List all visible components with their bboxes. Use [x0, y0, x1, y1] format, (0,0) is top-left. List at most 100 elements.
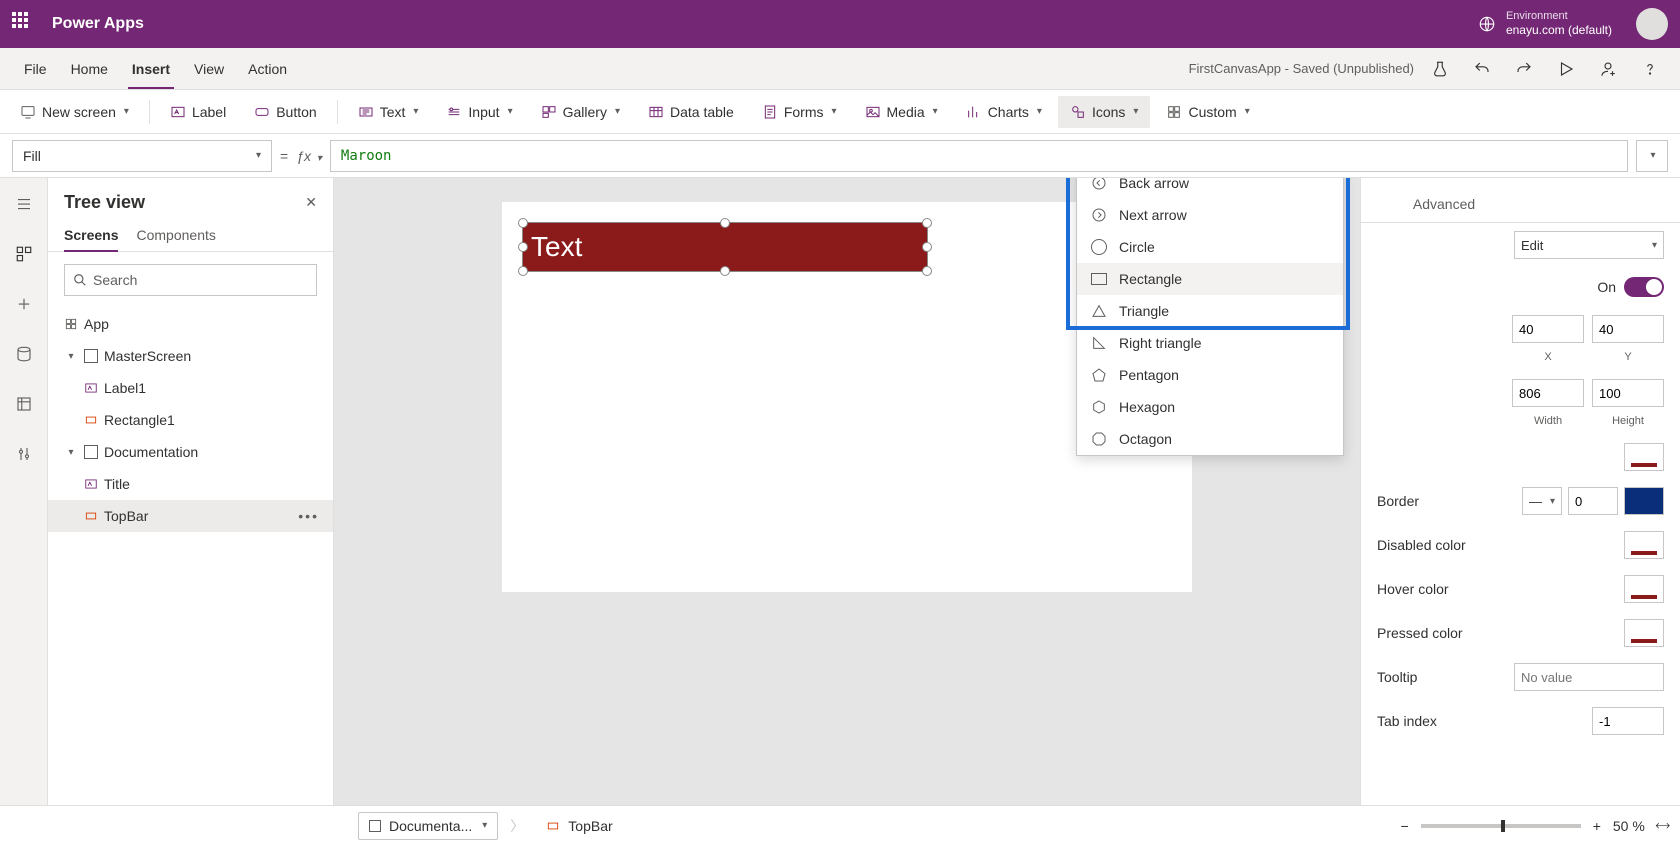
- data-rail-icon[interactable]: [8, 338, 40, 370]
- breadcrumb-screen[interactable]: Documenta...▾: [358, 812, 498, 840]
- text-button[interactable]: Text▾: [346, 96, 431, 128]
- pos-x-input[interactable]: [1512, 315, 1584, 343]
- dd-back-arrow[interactable]: Back arrow: [1077, 178, 1343, 199]
- tree-rectangle1[interactable]: Rectangle1: [48, 404, 333, 436]
- dd-hexagon[interactable]: Hexagon: [1077, 391, 1343, 423]
- visible-on-text: On: [1597, 279, 1616, 295]
- fit-to-window-icon[interactable]: ⤢: [1652, 816, 1672, 836]
- app-checker-icon[interactable]: [1422, 51, 1458, 87]
- gallery-icon: [541, 104, 557, 120]
- pos-y-input[interactable]: [1592, 315, 1664, 343]
- back-arrow-icon: [1091, 178, 1107, 191]
- resize-handle[interactable]: [518, 218, 528, 228]
- tree-app[interactable]: App: [48, 308, 333, 340]
- forms-button[interactable]: Forms▾: [750, 96, 849, 128]
- border-style-select[interactable]: —▾: [1522, 487, 1562, 515]
- undo-icon[interactable]: [1464, 51, 1500, 87]
- environment-block[interactable]: Environment enayu.com (default): [1478, 10, 1612, 38]
- data-table-button[interactable]: Data table: [636, 96, 746, 128]
- resize-handle[interactable]: [922, 218, 932, 228]
- icons-button[interactable]: Icons▾: [1058, 96, 1151, 128]
- custom-button[interactable]: Custom▾: [1154, 96, 1261, 128]
- resize-handle[interactable]: [518, 266, 528, 276]
- tree-label1[interactable]: Label1: [48, 372, 333, 404]
- border-width-input[interactable]: [1568, 487, 1618, 515]
- redo-icon[interactable]: [1506, 51, 1542, 87]
- tree-topbar[interactable]: TopBar •••: [48, 500, 333, 532]
- right-triangle-icon: [1091, 335, 1107, 351]
- formula-input[interactable]: Maroon: [330, 140, 1628, 172]
- menu-insert[interactable]: Insert: [120, 48, 182, 89]
- help-icon[interactable]: [1632, 51, 1668, 87]
- button-button[interactable]: Button: [242, 96, 328, 128]
- resize-handle[interactable]: [922, 242, 932, 252]
- label-button[interactable]: Label: [158, 96, 238, 128]
- zoom-out-icon[interactable]: −: [1401, 818, 1409, 834]
- tab-screens[interactable]: Screens: [64, 219, 118, 251]
- resize-handle[interactable]: [720, 266, 730, 276]
- dd-pentagon[interactable]: Pentagon: [1077, 359, 1343, 391]
- tree-documentation[interactable]: ▾ Documentation: [48, 436, 333, 468]
- dd-triangle[interactable]: Triangle: [1077, 295, 1343, 327]
- input-button[interactable]: Input▾: [434, 96, 524, 128]
- share-icon[interactable]: [1590, 51, 1626, 87]
- resize-handle[interactable]: [720, 218, 730, 228]
- fx-icon[interactable]: ƒx ▾: [296, 148, 322, 164]
- formula-expand[interactable]: ▾: [1636, 140, 1668, 172]
- insert-rail-icon[interactable]: [8, 288, 40, 320]
- charts-button[interactable]: Charts▾: [954, 96, 1054, 128]
- resize-handle[interactable]: [518, 242, 528, 252]
- rectangle-icon: [1091, 273, 1107, 285]
- display-mode-select[interactable]: Edit▾: [1514, 231, 1664, 259]
- dd-octagon[interactable]: Octagon: [1077, 423, 1343, 455]
- zoom-in-icon[interactable]: +: [1593, 818, 1601, 834]
- border-label: Border: [1377, 493, 1419, 509]
- tree-search-input[interactable]: Search: [64, 264, 317, 296]
- fill-color-swatch[interactable]: [1624, 443, 1664, 471]
- more-icon[interactable]: •••: [298, 508, 325, 524]
- waffle-icon[interactable]: [12, 12, 36, 36]
- prop-tab-advanced[interactable]: Advanced: [1397, 186, 1491, 222]
- tab-components[interactable]: Components: [136, 219, 215, 251]
- hover-color-swatch[interactable]: [1624, 575, 1664, 603]
- media-button[interactable]: Media▾: [853, 96, 950, 128]
- hexagon-icon: [1091, 399, 1107, 415]
- height-input[interactable]: [1592, 379, 1664, 407]
- dd-next-arrow[interactable]: Next arrow: [1077, 199, 1343, 231]
- rectangle-icon: [84, 413, 98, 427]
- avatar[interactable]: [1636, 8, 1668, 40]
- width-input[interactable]: [1512, 379, 1584, 407]
- visible-toggle[interactable]: [1624, 277, 1664, 297]
- zoom-slider[interactable]: [1421, 824, 1581, 828]
- tree-view-icon[interactable]: [8, 238, 40, 270]
- gallery-button[interactable]: Gallery▾: [529, 96, 632, 128]
- border-color-swatch[interactable]: [1624, 487, 1664, 515]
- next-arrow-icon: [1091, 207, 1107, 223]
- menu-view[interactable]: View: [182, 48, 236, 89]
- tooltip-input[interactable]: [1514, 663, 1664, 691]
- tree-masterscreen[interactable]: ▾ MasterScreen: [48, 340, 333, 372]
- dd-right-triangle[interactable]: Right triangle: [1077, 327, 1343, 359]
- close-icon[interactable]: ✕: [305, 194, 317, 211]
- dd-circle[interactable]: Circle: [1077, 231, 1343, 263]
- property-dropdown[interactable]: Fill▾: [12, 140, 272, 172]
- resize-handle[interactable]: [922, 266, 932, 276]
- menu-file[interactable]: File: [12, 48, 59, 89]
- tree-title[interactable]: Title: [48, 468, 333, 500]
- media-rail-icon[interactable]: [8, 388, 40, 420]
- advanced-tools-icon[interactable]: [8, 438, 40, 470]
- dd-rectangle[interactable]: Rectangle: [1077, 263, 1343, 295]
- breadcrumb-element[interactable]: TopBar: [536, 812, 622, 840]
- menu-home[interactable]: Home: [59, 48, 120, 89]
- tab-index-input[interactable]: [1592, 707, 1664, 735]
- canvas-area[interactable]: Text 3D printing Back arrow Next arrow C…: [334, 178, 1360, 805]
- disabled-color-swatch[interactable]: [1624, 531, 1664, 559]
- menu-action[interactable]: Action: [236, 48, 299, 89]
- selected-rectangle[interactable]: Text: [522, 222, 928, 272]
- play-icon[interactable]: [1548, 51, 1584, 87]
- selected-text: Text: [531, 231, 582, 263]
- hamburger-icon[interactable]: [8, 188, 40, 220]
- new-screen-button[interactable]: New screen▾: [8, 96, 141, 128]
- env-value: enayu.com (default): [1506, 23, 1612, 37]
- pressed-color-swatch[interactable]: [1624, 619, 1664, 647]
